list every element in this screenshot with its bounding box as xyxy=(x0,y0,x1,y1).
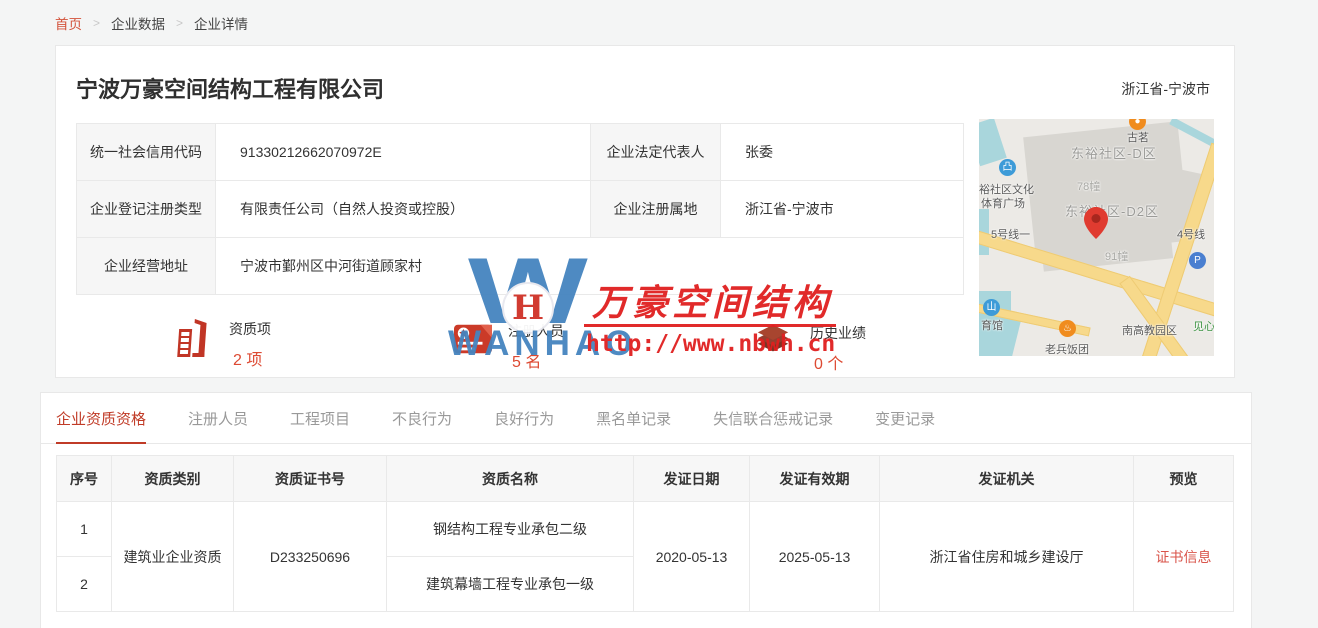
stat-history-performance[interactable]: 历史业绩 0 个 xyxy=(754,321,866,374)
table-row: 1 建筑业企业资质 D233250696 钢结构工程专业承包二级 2020-05… xyxy=(57,502,1234,557)
stat-value: 2 项 xyxy=(229,346,271,370)
map-label: 老兵饭团 xyxy=(1045,341,1089,356)
tab-registered-personnel[interactable]: 注册人员 xyxy=(188,408,248,443)
stat-label: 注册人员 xyxy=(508,321,564,341)
stat-value: 0 个 xyxy=(810,350,866,374)
qualification-table: 序号 资质类别 资质证书号 资质名称 发证日期 发证有效期 发证机关 预览 1 … xyxy=(56,455,1234,612)
tab-blacklist[interactable]: 黑名单记录 xyxy=(596,408,671,443)
culture-poi-icon[interactable]: 凸 xyxy=(999,159,1016,176)
field-value: 浙江省-宁波市 xyxy=(721,181,964,238)
column-header: 资质名称 xyxy=(387,456,634,502)
breadcrumb-separator: > xyxy=(93,16,100,30)
layers-icon xyxy=(754,321,794,363)
map-label: 4号线 xyxy=(1177,226,1205,242)
map-label: 育馆 xyxy=(981,317,1003,333)
breadcrumb: 首页 > 企业数据 > 企业详情 xyxy=(55,13,248,33)
company-card: 宁波万豪空间结构工程有限公司 浙江省-宁波市 统一社会信用代码 91330212… xyxy=(55,45,1235,378)
tab-bar: 企业资质资格 注册人员 工程项目 不良行为 良好行为 黑名单记录 失信联合惩戒记… xyxy=(41,393,1251,444)
field-value: 张委 xyxy=(721,124,964,181)
column-header: 发证日期 xyxy=(634,456,750,502)
cell-seq: 2 xyxy=(57,557,112,612)
map-label: 见心 xyxy=(1193,318,1214,334)
tab-dishonesty-records[interactable]: 失信联合惩戒记录 xyxy=(713,408,833,443)
field-label: 统一社会信用代码 xyxy=(77,124,216,181)
cell-expiry-date: 2025-05-13 xyxy=(750,502,880,612)
tab-good-behavior[interactable]: 良好行为 xyxy=(494,408,554,443)
company-location-map[interactable]: ● 凸 P 山 ♨ 古茗 东裕社区-D区 78幢 东裕社区-D2区 裕社区文化 … xyxy=(979,119,1214,356)
stat-label: 历史业绩 xyxy=(810,323,866,343)
building-icon xyxy=(173,317,213,359)
cell-qualification: 建筑幕墙工程专业承包一级 xyxy=(387,557,634,612)
cell-issue-date: 2020-05-13 xyxy=(634,502,750,612)
stat-qualifications[interactable]: 资质项 2 项 xyxy=(173,317,271,370)
stat-registered-personnel[interactable]: 注册人员 5 名 xyxy=(452,319,564,372)
certificate-icon xyxy=(452,319,492,361)
detail-card: 企业资质资格 注册人员 工程项目 不良行为 良好行为 黑名单记录 失信联合惩戒记… xyxy=(40,392,1252,628)
table-row: 企业经营地址 宁波市鄞州区中河街道顾家村 xyxy=(77,238,964,295)
cell-qualification: 钢结构工程专业承包二级 xyxy=(387,502,634,557)
column-header: 资质证书号 xyxy=(234,456,387,502)
tab-change-records[interactable]: 变更记录 xyxy=(875,408,935,443)
breadcrumb-company-detail[interactable]: 企业详情 xyxy=(194,13,248,33)
stat-value: 5 名 xyxy=(508,348,564,372)
restaurant-poi-icon[interactable]: ♨ xyxy=(1059,320,1076,337)
breadcrumb-separator: > xyxy=(176,16,183,30)
map-label: 东裕社区-D区 xyxy=(1071,143,1157,162)
map-pin-icon xyxy=(1084,207,1108,239)
cell-authority: 浙江省住房和城乡建设厅 xyxy=(880,502,1134,612)
column-header: 序号 xyxy=(57,456,112,502)
cell-preview: 证书信息 xyxy=(1134,502,1234,612)
field-label: 企业登记注册类型 xyxy=(77,181,216,238)
table-header-row: 序号 资质类别 资质证书号 资质名称 发证日期 发证有效期 发证机关 预览 xyxy=(57,456,1234,502)
cell-category: 建筑业企业资质 xyxy=(112,502,234,612)
cell-cert-no: D233250696 xyxy=(234,502,387,612)
field-value: 宁波市鄞州区中河街道顾家村 xyxy=(216,238,964,295)
table-row: 统一社会信用代码 91330212662070972E 企业法定代表人 张委 xyxy=(77,124,964,181)
certificate-info-link[interactable]: 证书信息 xyxy=(1156,549,1212,565)
map-label: 78幢 xyxy=(1077,178,1100,194)
field-value: 91330212662070972E xyxy=(216,124,591,181)
table-row: 企业登记注册类型 有限责任公司（自然人投资或控股） 企业注册属地 浙江省-宁波市 xyxy=(77,181,964,238)
stadium-poi-icon[interactable]: 山 xyxy=(983,299,1000,316)
column-header: 发证机关 xyxy=(880,456,1134,502)
column-header: 发证有效期 xyxy=(750,456,880,502)
stat-label: 资质项 xyxy=(229,319,271,339)
tab-bad-behavior[interactable]: 不良行为 xyxy=(392,408,452,443)
page-title: 宁波万豪空间结构工程有限公司 xyxy=(76,72,384,104)
company-region: 浙江省-宁波市 xyxy=(1121,79,1210,99)
tab-qualifications[interactable]: 企业资质资格 xyxy=(56,408,146,444)
map-label: 91幢 xyxy=(1105,248,1128,264)
tab-projects[interactable]: 工程项目 xyxy=(290,408,350,443)
field-label: 企业经营地址 xyxy=(77,238,216,295)
field-label: 企业法定代表人 xyxy=(591,124,721,181)
field-value: 有限责任公司（自然人投资或控股） xyxy=(216,181,591,238)
map-label: 5号线一 xyxy=(991,226,1030,242)
breadcrumb-home[interactable]: 首页 xyxy=(55,13,82,33)
map-label: 体育广场 xyxy=(981,195,1025,211)
field-label: 企业注册属地 xyxy=(591,181,721,238)
column-header: 预览 xyxy=(1134,456,1234,502)
cell-seq: 1 xyxy=(57,502,112,557)
column-header: 资质类别 xyxy=(112,456,234,502)
parking-icon[interactable]: P xyxy=(1189,252,1206,269)
map-label: 东裕社区-D2区 xyxy=(1065,201,1159,220)
map-label: 南高教园区 xyxy=(1122,322,1177,338)
company-info-table: 统一社会信用代码 91330212662070972E 企业法定代表人 张委 企… xyxy=(76,123,964,295)
breadcrumb-company-data[interactable]: 企业数据 xyxy=(111,13,165,33)
